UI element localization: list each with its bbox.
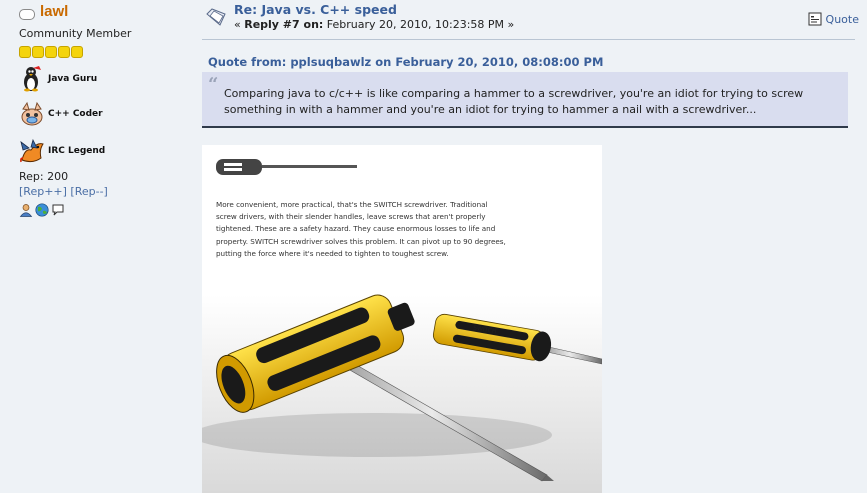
badge-label: IRC Legend xyxy=(48,146,106,156)
screwdriver-illustration: SWITCH xyxy=(202,159,602,493)
quote-icon xyxy=(808,12,822,26)
badge-irc-legend: IRC Legend xyxy=(19,138,105,164)
poster-info: lawl Community Member Java Guru C++ Code… xyxy=(0,0,190,493)
rep-minus-link[interactable]: [Rep--] xyxy=(70,185,107,198)
post-image: SWITCH More convenient, more practical, … xyxy=(202,145,602,493)
poster-username[interactable]: lawl xyxy=(40,3,68,20)
post-meta: « Reply #7 on: February 20, 2010, 10:23:… xyxy=(234,18,514,31)
divider xyxy=(202,39,855,40)
offline-status-icon xyxy=(19,9,35,20)
post-title-link[interactable]: Re: Java vs. C++ speed xyxy=(234,2,397,17)
message-bubble-icon[interactable] xyxy=(51,203,65,217)
penguin-icon xyxy=(24,66,41,92)
quote-button[interactable]: Quote xyxy=(808,12,859,26)
profile-icon[interactable] xyxy=(19,203,33,217)
badge-label: C++ Coder xyxy=(48,109,103,119)
meta-prefix: « xyxy=(234,18,245,31)
website-globe-icon[interactable] xyxy=(35,203,49,217)
quote-block: “ Comparing java to c/c++ is like compar… xyxy=(202,72,848,128)
creature-icon xyxy=(21,101,43,126)
rank-stars xyxy=(19,46,83,58)
rep-plus-link[interactable]: [Rep++] xyxy=(19,185,67,198)
quote-body: Comparing java to c/c++ is like comparin… xyxy=(224,87,804,116)
image-ad-text: More convenient, more practical, that's … xyxy=(216,200,506,258)
poster-membergroup: Community Member xyxy=(19,27,132,40)
rank-star-icon xyxy=(71,46,83,58)
reply-number: Reply #7 on: xyxy=(244,18,324,31)
rank-star-icon xyxy=(19,46,31,58)
quotation-mark-icon: “ xyxy=(208,74,219,95)
post-container: Re: Java vs. C++ speed « Reply #7 on: Fe… xyxy=(192,0,867,493)
dragon-icon xyxy=(20,138,44,163)
post-icon xyxy=(206,8,226,26)
rank-star-icon xyxy=(32,46,44,58)
post-date: February 20, 2010, 10:23:58 PM » xyxy=(323,18,515,31)
reputation-text: Rep: 200 xyxy=(19,170,69,183)
quote-header-link[interactable]: Quote from: pplsuqbawlz on February 20, … xyxy=(208,55,603,69)
quote-button-label: Quote xyxy=(825,12,859,26)
badge-cpp-coder: C++ Coder xyxy=(19,101,103,127)
badge-java-guru: Java Guru xyxy=(19,66,97,92)
rank-star-icon xyxy=(58,46,70,58)
rank-star-icon xyxy=(45,46,57,58)
badge-label: Java Guru xyxy=(48,74,98,84)
profile-icons xyxy=(19,203,65,217)
reputation-links: [Rep++] [Rep--] xyxy=(19,185,108,198)
